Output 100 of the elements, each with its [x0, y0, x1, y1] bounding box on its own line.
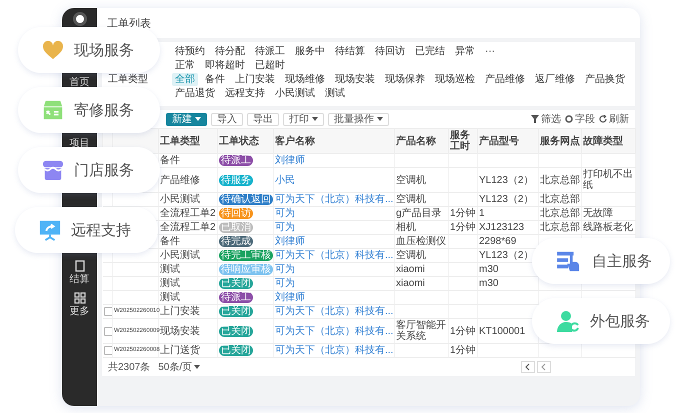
row-checkbox[interactable]	[104, 326, 112, 336]
filter-option[interactable]: 上门安装	[232, 73, 278, 86]
service-pill[interactable]: 寄修服务	[18, 87, 160, 133]
caret-icon	[194, 365, 200, 369]
filter-option[interactable]: 即将超时	[202, 59, 248, 72]
status-badge: 待确认返回	[219, 194, 273, 205]
toolbar-link[interactable]: 字段	[575, 112, 595, 126]
table-cell: 小民测试	[158, 248, 218, 262]
table-cell: 客厅智能开关系统	[394, 318, 448, 344]
pill-label: 外包服务	[590, 312, 650, 330]
table-cell: 1分钟	[448, 206, 478, 220]
refresh-icon	[599, 115, 607, 123]
previous-page-icon[interactable]	[537, 361, 551, 373]
filter-option[interactable]: 现场保养	[382, 73, 428, 86]
table-cell: 测试	[158, 276, 218, 290]
table-cell: 打印机不出纸	[582, 168, 636, 192]
filter-option[interactable]: 返厂维修	[532, 73, 578, 86]
pill-label: 寄修服务	[74, 100, 134, 120]
filter-option[interactable]: 服务中	[292, 45, 328, 58]
filter-option[interactable]: 待回访	[372, 45, 408, 58]
filter-option[interactable]: 待预约	[172, 45, 208, 58]
sidebar-item[interactable]: 首页	[70, 77, 90, 89]
row-checkbox[interactable]	[104, 346, 112, 355]
service-pill[interactable]: 外包服务	[532, 298, 670, 344]
toolbar-button[interactable]: 批量操作	[328, 112, 389, 126]
filter-option[interactable]: 异常	[452, 45, 478, 58]
table-cell: 无故障	[582, 206, 636, 220]
customer-link[interactable]: 刘律师	[275, 236, 305, 247]
status-badge: 已关闭	[219, 278, 253, 289]
column-header: 工单状态	[218, 128, 274, 154]
customer-link[interactable]: 小民	[275, 174, 295, 186]
customer-link[interactable]: 可为天下（北京）科技有...	[275, 194, 394, 205]
filter-option[interactable]: 测试	[322, 87, 348, 100]
table-cell: 小民测试	[158, 192, 218, 206]
customer-link[interactable]: 刘律师	[275, 292, 305, 303]
table-cell: 上门安装	[158, 304, 218, 318]
caret-icon	[312, 117, 318, 121]
table-cell: 血压检测仪	[394, 234, 448, 248]
table-cell: 空调机	[394, 168, 448, 192]
filter-option[interactable]: 待结算	[332, 45, 368, 58]
table-cell: 空调机	[394, 192, 448, 206]
column-header: 服务网点	[538, 128, 582, 154]
customer-link[interactable]: 可为	[275, 208, 295, 219]
customer-link[interactable]: 可为	[275, 222, 295, 233]
filter-option[interactable]: 正常	[172, 59, 198, 72]
status-badge: 已关闭	[219, 326, 253, 336]
service-pill[interactable]: 门店服务	[18, 147, 160, 193]
pill-label: 门店服务	[74, 160, 134, 180]
customer-link[interactable]: 可为天下（北京）科技有...	[275, 306, 394, 317]
customer-link[interactable]: 可为天下（北京）科技有...	[275, 250, 394, 261]
filter-option[interactable]: 待分配	[212, 45, 248, 58]
sidebar-item[interactable]: 项目	[70, 138, 90, 150]
filter-option[interactable]: 待派工	[252, 45, 288, 58]
status-badge: 已取消	[219, 222, 253, 233]
filter-option[interactable]: 产品换货	[582, 73, 628, 86]
filter-option[interactable]: 备件	[202, 73, 228, 86]
service-pill[interactable]: 远程支持	[15, 207, 158, 253]
table-cell: 1分钟	[448, 318, 478, 344]
toolbar-link[interactable]: 筛选	[541, 112, 561, 126]
toolbar-button[interactable]: 打印	[283, 112, 324, 126]
table-cell: 北京总部	[538, 192, 582, 206]
sidebar-item[interactable]: 结算	[70, 274, 90, 286]
table-cell: YL123（2）	[478, 168, 538, 192]
filter-option[interactable]: 现场巡检	[432, 73, 478, 86]
service-pill[interactable]: 现场服务	[18, 27, 160, 73]
toolbar-link[interactable]: 刷新	[609, 112, 629, 126]
filter-option[interactable]: 产品维修	[482, 73, 528, 86]
filter-option[interactable]: ···	[482, 45, 498, 58]
status-badge: 待完成	[219, 236, 253, 247]
filter-option[interactable]: 已超时	[252, 59, 288, 72]
filter-option[interactable]: 远程支持	[222, 87, 268, 100]
row-checkbox[interactable]	[104, 307, 112, 316]
sidebar-item[interactable]: 更多	[70, 306, 90, 318]
page-size-select[interactable]: 50条/页	[158, 360, 200, 374]
customer-link[interactable]: 可为天下（北京）科技有...	[275, 326, 394, 336]
table-cell: 测试	[158, 290, 218, 304]
filter-option[interactable]: 已完结	[412, 45, 448, 58]
filter-option[interactable]: 产品退货	[172, 87, 218, 100]
table-cell: 相机	[394, 220, 448, 234]
grid-icon	[74, 292, 86, 304]
table-cell: 备件	[158, 234, 218, 248]
table-cell: 1	[478, 206, 538, 220]
customer-link[interactable]: 可为天下（北京）科技有...	[275, 345, 394, 356]
filter-option[interactable]: 小民测试	[272, 87, 318, 100]
filter-option[interactable]: 现场维修	[282, 73, 328, 86]
column-header: 产品型号	[478, 128, 538, 154]
total-count: 共2307条	[108, 360, 150, 374]
toolbar-button[interactable]: 导入	[211, 112, 243, 126]
pill-label: 自主服务	[592, 252, 652, 270]
table-cell: 1分钟	[448, 344, 478, 358]
table-cell: xiaomi	[394, 276, 448, 290]
service-pill[interactable]: 自主服务	[532, 238, 670, 284]
toolbar-button[interactable]: 导出	[247, 112, 279, 126]
toolbar-button[interactable]: 新建	[166, 112, 207, 126]
customer-link[interactable]: 刘律师	[275, 155, 305, 166]
first-page-icon[interactable]	[521, 361, 535, 373]
customer-link[interactable]: 可为	[275, 264, 295, 275]
filter-option[interactable]: 现场安装	[332, 73, 378, 86]
customer-link[interactable]: 可为	[275, 278, 295, 289]
status-badge: 待派工	[219, 155, 253, 166]
